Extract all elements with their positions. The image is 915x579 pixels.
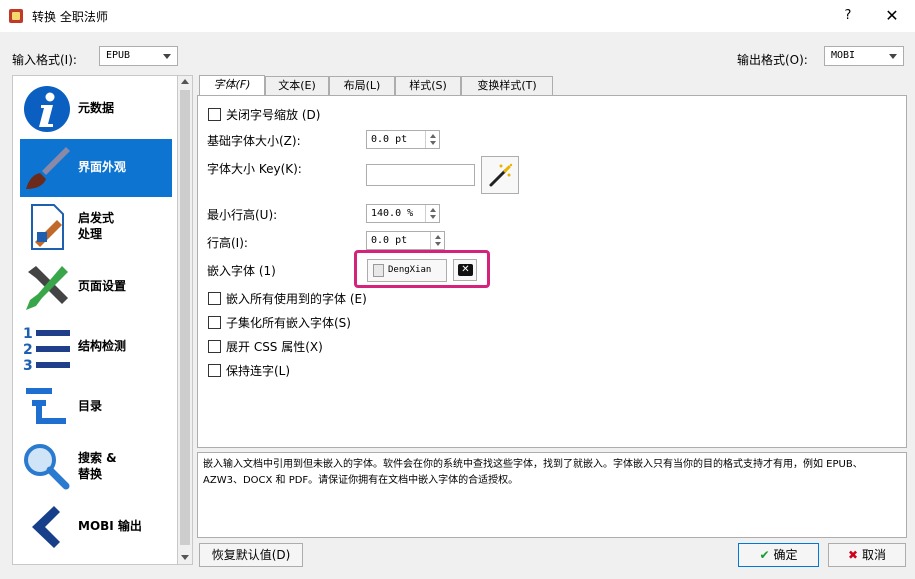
embed-all-fonts-checkbox[interactable] <box>208 292 221 305</box>
ok-label: 确定 <box>773 548 798 562</box>
embed-font-select-button[interactable]: DengXian <box>367 259 447 282</box>
disable-font-rescaling-label: 关闭字号缩放 (D) <box>226 108 321 122</box>
window-title: 转换 全职法师 <box>32 10 108 24</box>
sidebar-item-label: 搜索 & 替换 <box>78 451 117 481</box>
tab-styling[interactable]: 样式(S) <box>395 76 461 95</box>
sidebar-item-label: MOBI 输出 <box>78 519 142 533</box>
expand-css-label: 展开 CSS 属性(X) <box>226 340 323 354</box>
line-height-label: 行高(I): <box>207 236 248 250</box>
font-key-wizard-button[interactable] <box>481 156 519 194</box>
app-icon <box>9 9 23 23</box>
list-numbered-icon: 1 2 3 <box>23 326 70 372</box>
brush-icon <box>26 147 70 189</box>
line-height-value: 0.0 pt <box>371 235 408 246</box>
tab-layout[interactable]: 布局(L) <box>329 76 395 95</box>
font-tab-panel <box>197 95 907 448</box>
backspace-clear-icon: ✕ <box>458 264 473 276</box>
sidebar-item-label: 结构检测 <box>78 339 127 353</box>
sidebar-item-mobi-output[interactable]: MOBI 输出 <box>20 498 172 556</box>
sidebar-item-label: 界面外观 <box>78 160 127 174</box>
svg-text:2: 2 <box>23 342 33 358</box>
disable-font-rescaling-checkbox[interactable] <box>208 108 221 121</box>
spin-buttons[interactable] <box>425 205 439 222</box>
output-format-value: MOBI <box>831 50 856 61</box>
spin-up-icon[interactable] <box>430 134 436 138</box>
scroll-thumb[interactable] <box>180 90 190 545</box>
cancel-label: 取消 <box>861 548 886 562</box>
sidebar: 元数据 界面外观 启发式 处理 页面设置 1 2 3 结构检测 目录 搜索 & … <box>12 75 178 565</box>
spin-down-icon[interactable] <box>435 242 441 246</box>
tab-transform-styles[interactable]: 变换样式(T) <box>461 76 553 95</box>
sidebar-item-metadata[interactable]: 元数据 <box>20 80 172 138</box>
input-format-select[interactable]: EPUB <box>99 46 178 66</box>
spin-down-icon[interactable] <box>430 141 436 145</box>
sidebar-scrollbar[interactable] <box>177 75 193 565</box>
output-format-label: 输出格式(O): <box>737 53 808 67</box>
font-size-key-label: 字体大小 Key(K): <box>207 162 302 176</box>
spin-up-icon[interactable] <box>435 235 441 239</box>
output-format-select[interactable]: MOBI <box>824 46 904 66</box>
back-arrow-icon <box>32 506 60 548</box>
subset-fonts-checkbox[interactable] <box>208 316 221 329</box>
input-format-value: EPUB <box>106 50 131 61</box>
scroll-up-icon[interactable] <box>181 79 189 84</box>
expand-css-checkbox[interactable] <box>208 340 221 353</box>
toc-icon <box>26 388 66 424</box>
embed-font-label: 嵌入字体 (1) <box>207 264 276 278</box>
help-description: 嵌入输入文档中引用到但未嵌入的字体。软件会在你的系统中查找这些字体，找到了就嵌入… <box>197 452 907 538</box>
sidebar-item-page-setup[interactable]: 页面设置 <box>20 258 172 316</box>
subset-fonts-label: 子集化所有嵌入字体(S) <box>226 316 351 330</box>
help-button[interactable]: ? <box>836 6 860 26</box>
font-file-icon <box>373 264 384 277</box>
close-button[interactable]: ✕ <box>878 6 906 26</box>
sidebar-item-label: 启发式 处理 <box>78 211 115 241</box>
scroll-down-icon[interactable] <box>181 555 189 560</box>
sidebar-item-look-feel[interactable]: 界面外观 <box>20 139 172 197</box>
spin-up-icon[interactable] <box>430 208 436 212</box>
ok-button[interactable]: ✔ 确定 <box>738 543 819 567</box>
base-font-size-label: 基础字体大小(Z): <box>207 134 301 148</box>
sidebar-item-heuristic[interactable]: 启发式 处理 <box>20 198 172 256</box>
spin-buttons[interactable] <box>425 131 439 148</box>
base-font-size-spinbox[interactable]: 0.0 pt <box>366 130 440 149</box>
tools-icon <box>26 266 68 310</box>
sidebar-item-label: 目录 <box>78 399 103 413</box>
svg-text:1: 1 <box>23 326 33 342</box>
check-icon: ✔ <box>759 548 770 562</box>
sidebar-item-label: 元数据 <box>78 101 115 115</box>
sidebar-item-toc[interactable]: 目录 <box>20 378 172 436</box>
embed-all-fonts-label: 嵌入所有使用到的字体 (E) <box>226 292 367 306</box>
chevron-down-icon <box>163 54 171 59</box>
minimum-line-height-value: 140.0 % <box>371 208 414 219</box>
search-icon <box>24 444 70 490</box>
spin-down-icon[interactable] <box>430 215 436 219</box>
svg-text:3: 3 <box>23 358 33 372</box>
sidebar-item-structure[interactable]: 1 2 3 结构检测 <box>20 318 172 376</box>
line-height-spinbox[interactable]: 0.0 pt <box>366 231 445 250</box>
keep-ligatures-label: 保持连字(L) <box>226 364 291 378</box>
font-size-key-input[interactable] <box>366 164 475 186</box>
x-icon: ✖ <box>848 548 859 562</box>
title-bar: 转换 全职法师 ? ✕ <box>0 0 915 32</box>
keep-ligatures-checkbox[interactable] <box>208 364 221 377</box>
tab-text[interactable]: 文本(E) <box>265 76 329 95</box>
heuristic-icon <box>31 204 64 250</box>
base-font-size-value: 0.0 pt <box>371 134 408 145</box>
info-icon <box>24 86 70 132</box>
clear-embed-font-button[interactable]: ✕ <box>453 259 477 281</box>
spin-buttons[interactable] <box>430 232 444 249</box>
sidebar-item-label: 页面设置 <box>78 279 127 293</box>
restore-defaults-button[interactable]: 恢复默认值(D) <box>199 543 303 567</box>
chevron-down-icon <box>889 54 897 59</box>
minimum-line-height-spinbox[interactable]: 140.0 % <box>366 204 440 223</box>
minimum-line-height-label: 最小行高(U): <box>207 208 278 222</box>
cancel-button[interactable]: ✖ 取消 <box>828 543 906 567</box>
embed-font-value: DengXian <box>388 265 432 275</box>
magic-wand-icon <box>489 163 513 187</box>
sidebar-item-search-replace[interactable]: 搜索 & 替换 <box>20 438 172 496</box>
input-format-label: 输入格式(I): <box>12 53 77 67</box>
tab-font[interactable]: 字体(F) <box>199 75 265 96</box>
